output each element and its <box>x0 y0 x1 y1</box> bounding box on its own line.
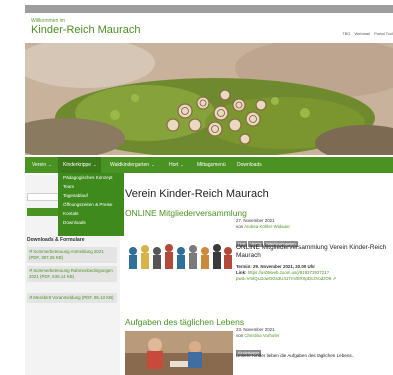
top-bar <box>25 5 393 13</box>
top-links: TBG Webmail Portal Tool <box>339 31 393 36</box>
post-text: ONLINE Mitgliederversammlung Verein Kind… <box>236 244 387 259</box>
zoom-link-continued[interactable]: pwd=VmlQU1owOGs3U41TnVERXpDc2VodzO9 <box>236 276 331 281</box>
chevron-down-icon: ⌄ <box>93 162 97 167</box>
nav-item-label: Downloads <box>237 162 262 168</box>
post-author[interactable]: Andrea Köhler-Widauer <box>244 224 290 229</box>
nav-item-mittagsmenue[interactable]: Mittagsmenü <box>192 157 231 173</box>
chevron-down-icon: ⌄ <box>180 162 184 167</box>
nav-item-waldkindergarten[interactable]: Waldkindergarten ⌄ <box>105 157 159 173</box>
download-link[interactable]: 🗎Sommerbetreuung Rahmenbedingungen 2021 … <box>27 266 117 282</box>
chevron-down-icon: ⌄ <box>151 162 155 167</box>
file-icon: 🗎 <box>29 249 33 254</box>
nav-item-label: Mittagsmenü <box>197 162 226 168</box>
link-label: Link: <box>236 270 247 275</box>
download-link-label: Sommerbetreuung Anmeldung 2021 (PDF, 397… <box>29 249 104 260</box>
toplink-webmail[interactable]: Webmail <box>355 31 371 36</box>
post-title-mitgliederversammlung[interactable]: ONLINE Mitgliederversammlung <box>125 208 247 218</box>
main-nav: Verein ⌄ Kinderkrippe ⌄ Waldkindergarten ⌄ … <box>25 157 393 173</box>
download-link-label: Sommerbetreuung Rahmenbedingungen 2021 (… <box>29 268 113 279</box>
dropdown-item-downloads[interactable]: Downloads <box>58 218 124 227</box>
people-silhouettes-image <box>125 233 233 279</box>
nav-item-label: Kinderkrippe <box>63 162 92 168</box>
zoom-link[interactable]: https://us05web.zoom.us/j/81937193721? <box>248 270 329 275</box>
downloads-heading: Downloads & Formulare <box>27 237 85 243</box>
post-meta: 27. November 2021 von Andrea Köhler-Wida… <box>236 218 290 230</box>
page-title: Verein Kinder-Reich Maurach <box>125 188 269 200</box>
toplink-portal-tool[interactable]: Portal Tool <box>374 31 393 36</box>
nav-item-downloads[interactable]: Downloads <box>232 157 267 173</box>
dropdown-item-team[interactable]: Team <box>58 182 124 191</box>
toplink-tbg[interactable]: TBG <box>342 31 350 36</box>
moss-snails-image <box>25 43 393 155</box>
nav-item-label: Hort <box>169 162 179 168</box>
file-icon: 🗎 <box>29 268 33 273</box>
kinderkrippe-dropdown-menu: Pädagogisches Konzept Team Tagesablauf Ö… <box>58 173 124 236</box>
download-link[interactable]: 🗎Messbett Voranmeldung (PDF, 85.13 KB) <box>27 293 117 303</box>
termin-label: Termin: <box>236 264 252 269</box>
site-header: Willkommen im Kinder-Reich Maurach TBG W… <box>25 17 393 41</box>
file-icon: 🗎 <box>29 295 33 300</box>
dropdown-item-oeffnungszeiten[interactable]: Öffnungszeiten & Preise <box>58 200 124 209</box>
post-thumbnail[interactable] <box>125 233 233 279</box>
post-thumbnail[interactable] <box>125 331 233 375</box>
dropdown-item-paedagogisches-konzept[interactable]: Pädagogisches Konzept <box>58 173 124 182</box>
nav-item-verein[interactable]: Verein ⌄ <box>27 157 57 173</box>
nav-item-kinderkrippe[interactable]: Kinderkrippe ⌄ <box>58 157 102 173</box>
author-prefix: von <box>236 224 244 229</box>
site-title[interactable]: Kinder-Reich Maurach <box>31 24 140 36</box>
download-link-label: Messbett Voranmeldung (PDF, 85.13 KB) <box>33 295 114 300</box>
external-link-icon: ↗ <box>331 276 337 281</box>
dropdown-item-kontakt[interactable]: Kontakt <box>58 209 124 218</box>
nav-item-label: Verein <box>32 162 47 168</box>
dropdown-item-tagesablauf[interactable]: Tagesablauf <box>58 191 124 200</box>
children-activity-image <box>125 331 233 375</box>
post-meta: 23. November 2021 von Christina Vorhofer <box>236 327 279 339</box>
post-author[interactable]: Christina Vorhofer <box>244 333 279 338</box>
hero-image <box>25 43 393 155</box>
nav-item-label: Waldkindergarten <box>110 162 150 168</box>
post-excerpt: Unsere Kinder lieben die Aufgaben des tä… <box>236 353 355 358</box>
main-content: Verein Kinder-Reich Maurach ONLINE Mitgl… <box>122 175 393 375</box>
termin-value: 29. November 2021, 20.00 Uhr <box>253 264 316 269</box>
download-link[interactable]: 🗎Sommerbetreuung Anmeldung 2021 (PDF, 39… <box>27 247 117 263</box>
author-prefix: von <box>236 333 244 338</box>
chevron-down-icon: ⌄ <box>48 162 52 167</box>
post-link-row-2: pwd=VmlQU1owOGs3U41TnVERXpDc2VodzO9 ↗ <box>236 276 336 282</box>
nav-item-hort[interactable]: Hort ⌄ <box>164 157 189 173</box>
post-title-aufgaben[interactable]: Aufgaben des täglichen Lebens <box>125 317 244 327</box>
